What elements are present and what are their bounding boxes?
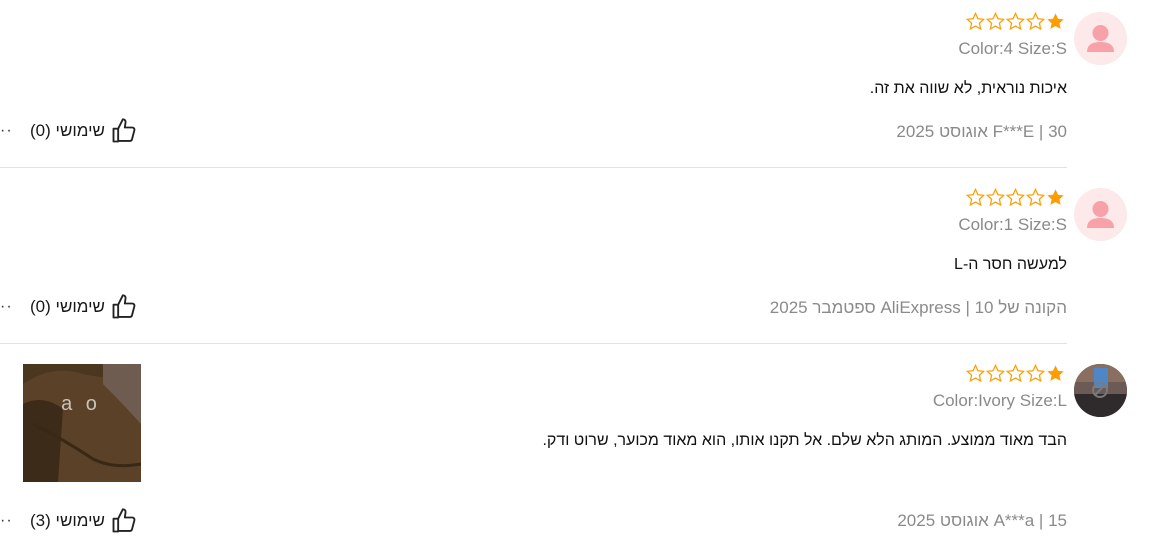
user-avatar-icon <box>1087 25 1114 52</box>
thumbs-up-icon <box>112 118 136 143</box>
review-date: 15 | A***a אוגוסט 2025 <box>897 511 1067 530</box>
star-icon <box>1047 13 1064 29</box>
helpful-label: שימושי (3) <box>30 511 105 530</box>
star-icon <box>986 12 1005 31</box>
review-item: Color:1 Size:S למעשה חסר ה-L הקונה של Al… <box>0 176 1166 344</box>
divider <box>0 167 1067 168</box>
sku-info: Color:Ivory Size:L <box>932 391 1067 410</box>
review-photo-image: a o <box>23 364 141 482</box>
star-icon <box>966 188 985 207</box>
star-icon <box>1047 365 1064 381</box>
review-item: Color:Ivory Size:L הבד מאוד ממוצע. המותג… <box>0 352 1166 549</box>
helpful-label: שימושי (0) <box>30 297 105 316</box>
avatar <box>1074 188 1127 241</box>
review-date: 30 | F***E אוגוסט 2025 <box>896 122 1067 141</box>
review-text: הבד מאוד ממוצע. המותג הלא שלם. אל תקנו א… <box>542 432 1067 449</box>
helpful-button[interactable]: שימושי (0) <box>30 293 138 321</box>
star-icon <box>1026 364 1045 383</box>
user-avatar-icon <box>1074 364 1127 417</box>
avatar <box>1074 364 1127 417</box>
thumbs-up-icon <box>112 508 136 533</box>
photo-print-text: a o <box>61 393 101 415</box>
star-icon <box>1006 188 1025 207</box>
user-avatar-icon <box>1087 201 1114 228</box>
more-options-button[interactable]: ·· <box>0 298 13 316</box>
review-photo[interactable]: a o <box>23 364 141 482</box>
star-icon <box>1026 12 1045 31</box>
star-icon <box>1026 188 1045 207</box>
divider <box>0 343 1067 344</box>
review-date: הקונה של AliExpress | 10 ספטמבר 2025 <box>769 298 1067 317</box>
more-options-button[interactable]: ·· <box>0 512 13 530</box>
helpful-button[interactable]: שימושי (3) <box>30 507 138 535</box>
star-icon <box>986 188 1005 207</box>
rating-stars <box>966 188 1065 207</box>
sku-info: Color:4 Size:S <box>958 39 1067 58</box>
star-icon <box>1006 364 1025 383</box>
star-icon <box>966 364 985 383</box>
star-icon <box>1006 12 1025 31</box>
rating-stars <box>966 364 1065 383</box>
rating-stars <box>966 12 1065 31</box>
star-icon <box>1047 189 1064 205</box>
star-icon <box>986 364 1005 383</box>
helpful-button[interactable]: שימושי (0) <box>30 117 138 145</box>
helpful-label: שימושי (0) <box>30 121 105 140</box>
review-text: למעשה חסר ה-L <box>954 256 1067 273</box>
avatar <box>1074 12 1127 65</box>
thumbs-up-icon <box>112 294 136 319</box>
review-text: איכות נוראית, לא שווה את זה. <box>869 80 1067 97</box>
review-item: Color:4 Size:S איכות נוראית, לא שווה את … <box>0 0 1166 168</box>
star-icon <box>966 12 985 31</box>
sku-info: Color:1 Size:S <box>958 215 1067 234</box>
more-options-button[interactable]: ·· <box>0 122 13 140</box>
